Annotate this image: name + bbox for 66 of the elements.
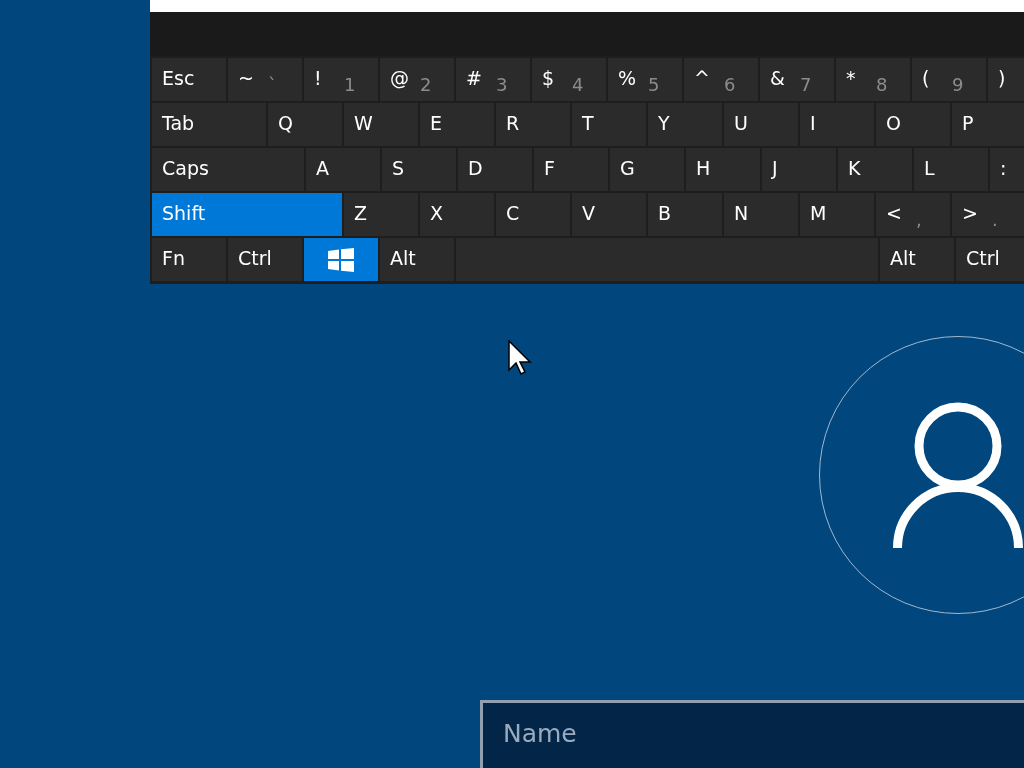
key[interactable]: @ 2	[380, 58, 454, 101]
secondary-label: `	[268, 74, 277, 95]
secondary-label: 4	[572, 74, 584, 95]
secondary-label: 6	[724, 74, 736, 95]
key[interactable]: I	[800, 103, 874, 146]
name-field[interactable]: Name	[480, 700, 1024, 768]
key[interactable]: X	[420, 193, 494, 236]
windows-key[interactable]	[304, 238, 378, 281]
key[interactable]: W	[344, 103, 418, 146]
key[interactable]: R	[496, 103, 570, 146]
window-logo-icon	[328, 247, 354, 272]
secondary-label: 8	[876, 74, 888, 95]
key[interactable]: A	[306, 148, 380, 191]
key[interactable]: N	[724, 193, 798, 236]
key[interactable]: G	[610, 148, 684, 191]
person-icon	[893, 402, 1023, 548]
secondary-label: 1	[344, 74, 356, 95]
key[interactable]: E	[420, 103, 494, 146]
key[interactable]: Ctrl	[228, 238, 302, 281]
key[interactable]: ~ `	[228, 58, 302, 101]
key[interactable]: :	[990, 148, 1024, 191]
key[interactable]: T	[572, 103, 646, 146]
key[interactable]: $ 4	[532, 58, 606, 101]
key[interactable]: Fn	[152, 238, 226, 281]
secondary-label: 7	[800, 74, 812, 95]
key[interactable]: Esc	[152, 58, 226, 101]
key[interactable]: Shift	[152, 193, 342, 236]
secondary-label: 9	[952, 74, 964, 95]
secondary-label: 2	[420, 74, 432, 95]
key[interactable]: H	[686, 148, 760, 191]
key[interactable]: ! 1	[304, 58, 378, 101]
key[interactable]: ( 9	[912, 58, 986, 101]
secondary-label: 3	[496, 74, 508, 95]
secondary-label: .	[992, 209, 998, 230]
key[interactable]: S	[382, 148, 456, 191]
key[interactable]: % 5	[608, 58, 682, 101]
key[interactable]: Alt	[380, 238, 454, 281]
key[interactable]: Q	[268, 103, 342, 146]
key[interactable]: Alt	[880, 238, 954, 281]
key[interactable]: > .	[952, 193, 1024, 236]
key[interactable]: L	[914, 148, 988, 191]
key[interactable]: B	[648, 193, 722, 236]
key[interactable]: U	[724, 103, 798, 146]
key[interactable]: F	[534, 148, 608, 191]
key[interactable]: * 8	[836, 58, 910, 101]
key[interactable]: Z	[344, 193, 418, 236]
key[interactable]: Y	[648, 103, 722, 146]
mouse-pointer-icon	[508, 340, 532, 376]
secondary-label: ,	[916, 209, 922, 230]
key[interactable]: K	[838, 148, 912, 191]
key[interactable]: & 7	[760, 58, 834, 101]
key[interactable]: )	[988, 58, 1024, 101]
key[interactable]: < ,	[876, 193, 950, 236]
key[interactable]: C	[496, 193, 570, 236]
key[interactable]: # 3	[456, 58, 530, 101]
key[interactable]: M	[800, 193, 874, 236]
key[interactable]: D	[458, 148, 532, 191]
key[interactable]: Ctrl	[956, 238, 1024, 281]
key[interactable]: O	[876, 103, 950, 146]
key[interactable]: V	[572, 193, 646, 236]
key[interactable]: ^ 6	[684, 58, 758, 101]
key[interactable]: P	[952, 103, 1024, 146]
key[interactable]: Caps	[152, 148, 304, 191]
secondary-label: 5	[648, 74, 660, 95]
key[interactable]: Tab	[152, 103, 266, 146]
key[interactable]: J	[762, 148, 836, 191]
